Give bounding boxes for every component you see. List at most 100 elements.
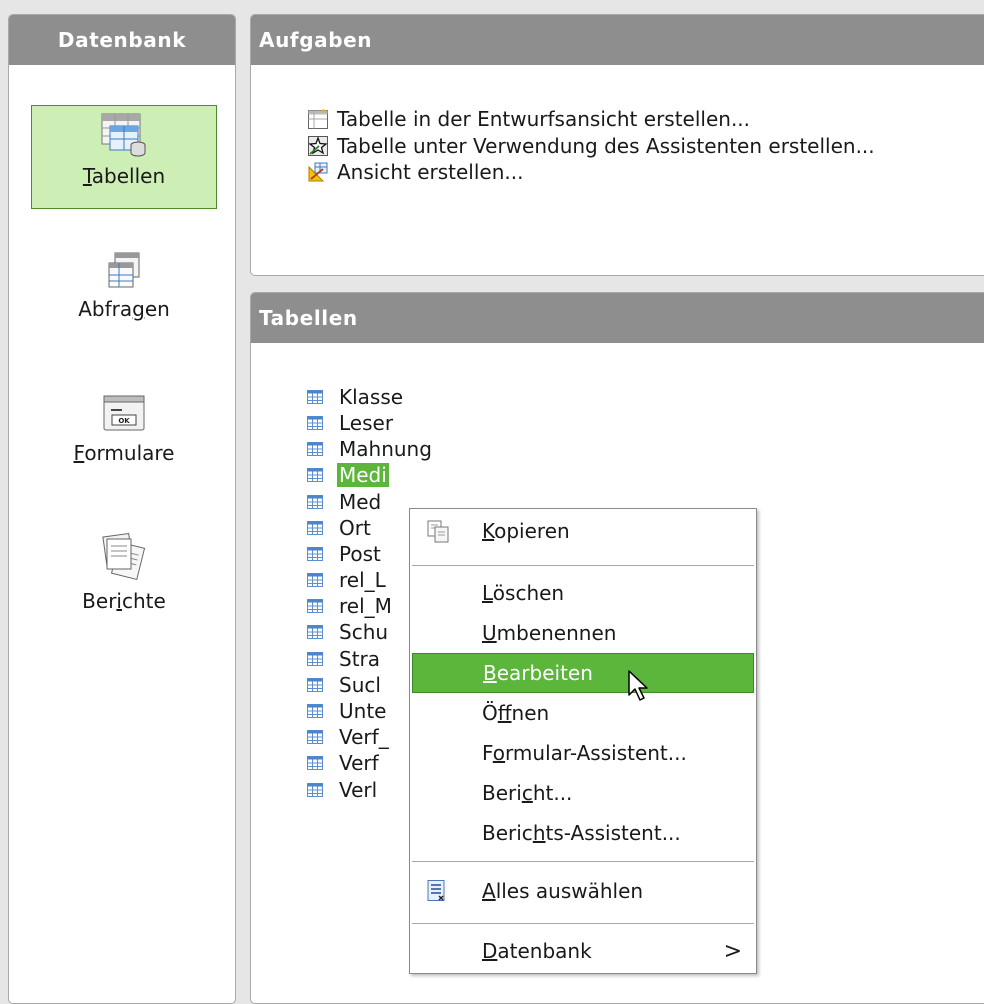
table-icon	[307, 625, 323, 639]
table-icon	[307, 783, 323, 797]
menu-item-rename[interactable]: Umbenennen	[410, 613, 756, 653]
table-name: Medi	[337, 463, 389, 487]
table-name: Verf_	[339, 725, 389, 749]
forms-icon: OK	[103, 395, 145, 431]
tasks-panel: Aufgaben Tabelle in der Entwurfsansicht …	[250, 14, 984, 276]
task-create-table-wizard[interactable]: Tabelle unter Verwendung des Assistenten…	[307, 134, 875, 158]
table-icon	[307, 468, 323, 482]
menu-item-label: Alles auswählen	[482, 879, 644, 903]
menu-item-database[interactable]: Datenbank >	[410, 931, 756, 971]
table-row[interactable]: Post	[307, 541, 383, 567]
db-item-forms[interactable]: OK Formulare	[31, 393, 217, 483]
db-item-queries[interactable]: Abfragen	[31, 251, 217, 341]
table-row[interactable]: Verf_	[307, 724, 391, 750]
db-item-label: Abfragen	[78, 297, 170, 321]
db-item-reports[interactable]: Berichte	[31, 531, 217, 627]
table-icon	[307, 495, 323, 509]
reports-icon	[102, 532, 146, 581]
table-name: Mahnung	[339, 437, 432, 461]
task-create-table-design[interactable]: Tabelle in der Entwurfsansicht erstellen…	[307, 107, 750, 131]
table-row[interactable]: Med	[307, 489, 383, 515]
table-icon	[307, 390, 323, 404]
menu-item-label: Öffnen	[482, 701, 550, 725]
table-icon	[307, 704, 323, 718]
chevron-right-icon: >	[723, 938, 742, 964]
table-row[interactable]: rel_M	[307, 593, 394, 619]
menu-item-label: Datenbank	[482, 939, 592, 963]
table-row[interactable]: Medi	[307, 462, 389, 488]
table-icon	[307, 652, 323, 666]
table-design-icon	[308, 109, 328, 129]
task-create-view[interactable]: Ansicht erstellen...	[307, 160, 523, 184]
table-row[interactable]: Stra	[307, 646, 382, 672]
menu-item-label: Bericht...	[482, 781, 573, 805]
menu-item-copy[interactable]: Kopieren	[410, 511, 756, 551]
menu-item-label: Berichts-Assistent...	[482, 821, 681, 845]
table-icon	[307, 678, 323, 692]
table-row[interactable]: Ort	[307, 515, 373, 541]
table-row[interactable]: Verf	[307, 750, 381, 776]
queries-icon	[108, 252, 140, 288]
menu-item-select-all[interactable]: Alles auswählen	[410, 871, 756, 911]
menu-item-report-wizard[interactable]: Berichts-Assistent...	[410, 813, 756, 853]
menu-separator	[412, 861, 754, 862]
db-item-tables[interactable]: Tabellen	[31, 105, 217, 209]
menu-item-label: Löschen	[482, 581, 565, 605]
task-label: Tabelle in der Entwurfsansicht erstellen…	[337, 107, 751, 131]
tables-icon	[101, 113, 146, 157]
menu-item-delete[interactable]: Löschen	[410, 573, 756, 613]
context-menu: Kopieren Löschen Umbenennen Bearbeiten Ö…	[409, 508, 757, 974]
table-name: Leser	[339, 411, 394, 435]
table-name: Unte	[339, 699, 387, 723]
table-row[interactable]: Schu	[307, 619, 390, 645]
table-row[interactable]: Mahnung	[307, 436, 434, 462]
table-name: Verl	[339, 778, 378, 802]
table-wizard-icon	[308, 136, 328, 156]
table-name: Stra	[339, 647, 381, 671]
svg-text:OK: OK	[118, 417, 130, 425]
db-item-label: Formulare	[73, 441, 175, 465]
copy-icon	[427, 520, 449, 543]
table-name: Ort	[339, 516, 371, 540]
table-icon	[307, 442, 323, 456]
tables-panel-header: Tabellen	[251, 293, 984, 343]
table-name: Klasse	[339, 385, 404, 409]
table-row[interactable]: Unte	[307, 698, 388, 724]
table-row[interactable]: Klasse	[307, 384, 405, 410]
table-name: Post	[339, 542, 381, 566]
mouse-cursor-icon	[628, 670, 648, 701]
menu-item-label: Formular-Assistent...	[482, 741, 687, 765]
table-row[interactable]: rel_L	[307, 567, 388, 593]
menu-separator	[412, 565, 754, 566]
table-name: Schu	[339, 620, 389, 644]
menu-separator	[412, 923, 754, 924]
table-name: Sucl	[339, 673, 381, 697]
tasks-panel-header: Aufgaben	[251, 15, 984, 65]
table-name: rel_L	[339, 568, 386, 592]
table-name: Verf	[339, 751, 379, 775]
table-row[interactable]: Sucl	[307, 672, 383, 698]
db-item-label: Berichte	[82, 589, 166, 613]
table-icon	[307, 521, 323, 535]
table-row[interactable]: Verl	[307, 777, 379, 803]
table-name: Med	[339, 490, 382, 514]
db-item-label: Tabellen	[82, 164, 166, 188]
table-icon	[307, 599, 323, 613]
menu-item-edit[interactable]: Bearbeiten	[412, 653, 754, 693]
task-label: Ansicht erstellen...	[337, 160, 524, 184]
table-row[interactable]: Leser	[307, 410, 395, 436]
menu-item-report[interactable]: Bericht...	[410, 773, 756, 813]
create-view-icon	[308, 162, 328, 182]
menu-item-label: Umbenennen	[482, 621, 617, 645]
table-name: rel_M	[339, 594, 392, 618]
table-icon	[307, 573, 323, 587]
menu-item-open[interactable]: Öffnen	[410, 693, 756, 733]
table-icon	[307, 756, 323, 770]
table-icon	[307, 547, 323, 561]
menu-item-label: Bearbeiten	[483, 661, 593, 685]
select-all-icon	[427, 880, 445, 901]
database-pane-header: Datenbank	[9, 15, 235, 65]
database-pane: Datenbank Tabellen Abfragen OK Formulare…	[8, 14, 236, 1004]
menu-item-form-wizard[interactable]: Formular-Assistent...	[410, 733, 756, 773]
table-icon	[307, 416, 323, 430]
